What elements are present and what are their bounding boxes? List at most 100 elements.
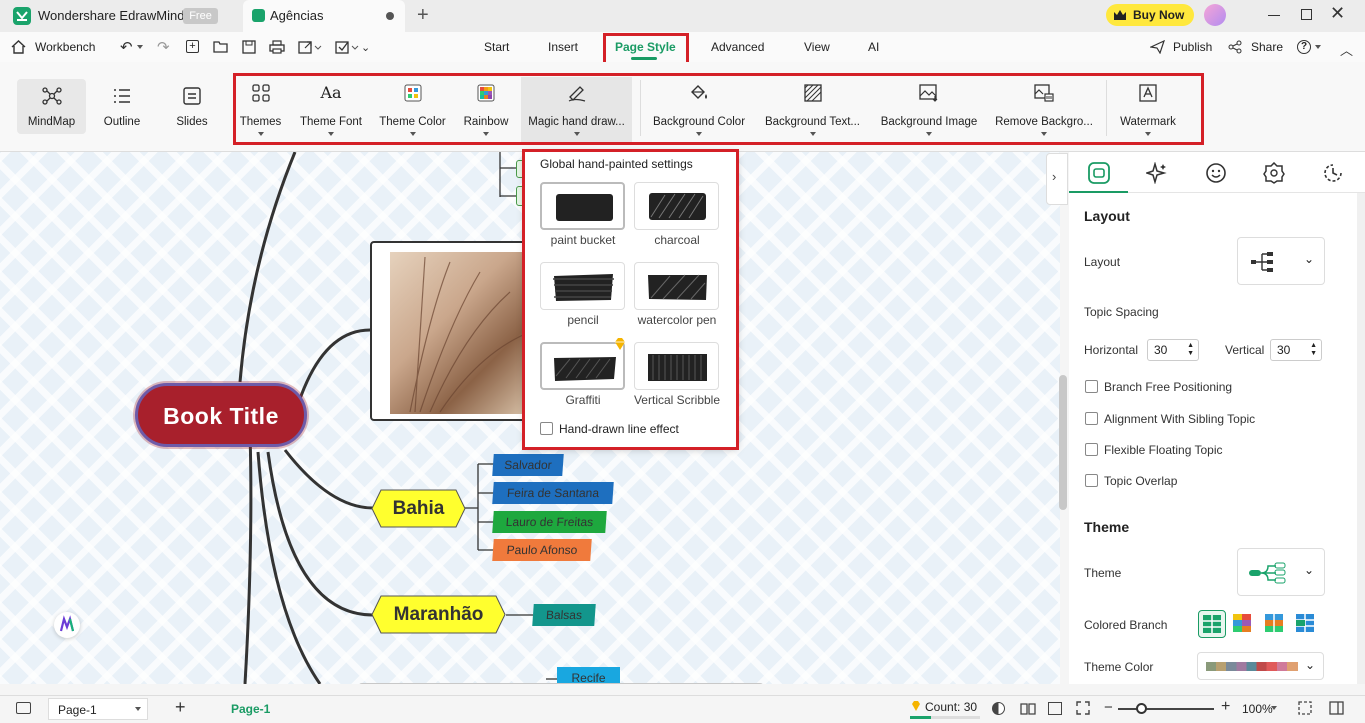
panel-toggle-icon[interactable]: [1329, 701, 1344, 715]
emoji-tab-icon[interactable]: [1205, 162, 1227, 184]
menu-start[interactable]: Start: [484, 40, 509, 54]
zoom-in-icon[interactable]: +: [1221, 698, 1230, 716]
workbench-button[interactable]: Workbench: [35, 40, 95, 54]
minimize-icon[interactable]: [1268, 15, 1280, 16]
theme-color-button[interactable]: Theme Color: [375, 74, 450, 140]
remove-background-button[interactable]: Remove Backgro...: [994, 74, 1094, 140]
add-page-icon[interactable]: +: [175, 697, 186, 718]
hand-drawn-line-checkbox[interactable]: [540, 422, 553, 435]
ai-assistant-icon[interactable]: [54, 612, 80, 638]
menu-ai[interactable]: AI: [868, 40, 879, 54]
style-pencil[interactable]: [540, 262, 625, 310]
zoom-level[interactable]: 100%: [1242, 702, 1273, 716]
undo-dropdown-icon[interactable]: [137, 45, 143, 49]
themes-button[interactable]: Themes: [238, 74, 283, 140]
theme-font-button[interactable]: Aa Theme Font: [296, 74, 366, 140]
share-icon[interactable]: [1228, 40, 1242, 54]
flexible-floating-checkbox[interactable]: [1085, 443, 1098, 456]
alignment-sibling-checkbox[interactable]: [1085, 412, 1098, 425]
save-icon[interactable]: [242, 40, 256, 54]
share-button[interactable]: Share: [1251, 40, 1283, 54]
colored-branch-option-2[interactable]: [1232, 613, 1252, 633]
stepper-arrows-icon[interactable]: ▲ ▼: [1310, 342, 1317, 358]
new-tab-plus-icon[interactable]: +: [417, 5, 429, 25]
colored-branch-option-4[interactable]: [1295, 613, 1315, 633]
style-vertical-scribble[interactable]: [634, 342, 719, 390]
subtopic-paulo-afonso[interactable]: Paulo Afonso: [492, 539, 592, 561]
colored-branch-option-3[interactable]: [1264, 613, 1284, 633]
home-icon[interactable]: [11, 40, 26, 54]
book-view-icon[interactable]: [1020, 702, 1036, 715]
menu-page-style[interactable]: Page Style: [615, 40, 676, 54]
maximize-icon[interactable]: [1301, 9, 1312, 20]
background-image-button[interactable]: Background Image: [876, 74, 982, 140]
rainbow-button[interactable]: Rainbow: [459, 74, 513, 140]
subtopic-lauro-de-freitas[interactable]: Lauro de Freitas: [492, 511, 607, 533]
background-texture-button[interactable]: Background Text...: [761, 74, 864, 140]
close-window-icon[interactable]: ✕: [1330, 3, 1345, 24]
topic-overlap-checkbox[interactable]: [1085, 474, 1098, 487]
history-clock-tab-icon[interactable]: [1322, 162, 1344, 184]
help-dropdown-icon[interactable]: [1315, 45, 1321, 49]
export-icon[interactable]: [298, 40, 322, 54]
main-topic-bahia[interactable]: Bahia: [371, 489, 466, 528]
more-tools-chevron-icon[interactable]: ⌄: [361, 41, 370, 54]
publish-icon[interactable]: [1150, 40, 1165, 54]
collapse-ribbon-icon[interactable]: ︿: [1340, 40, 1353, 59]
horizontal-spacing-input[interactable]: 30 ▲ ▼: [1147, 339, 1199, 361]
ai-sparkle-tab-icon[interactable]: [1146, 162, 1168, 184]
style-paint-bucket[interactable]: [540, 182, 625, 230]
redo-icon[interactable]: ↷: [157, 38, 170, 56]
stepper-arrows-icon[interactable]: ▲ ▼: [1187, 342, 1194, 358]
collapse-panel-button[interactable]: ›: [1046, 153, 1068, 205]
page-select[interactable]: Page-1: [48, 698, 148, 720]
main-topic-maranhao[interactable]: Maranhão: [371, 595, 506, 634]
zoom-dropdown-icon[interactable]: [1271, 706, 1277, 710]
badge-tab-icon[interactable]: [1263, 162, 1285, 184]
subtopic-salvador[interactable]: Salvador: [492, 454, 564, 476]
page-tab-active[interactable]: Page-1: [231, 702, 270, 716]
expand-icon[interactable]: [1298, 701, 1312, 715]
menu-advanced[interactable]: Advanced: [711, 40, 764, 54]
zoom-out-icon[interactable]: −: [1104, 700, 1113, 715]
style-panel-tab-icon[interactable]: [1088, 162, 1110, 184]
fit-page-icon[interactable]: [1048, 702, 1062, 715]
zoom-slider-track[interactable]: [1118, 708, 1214, 710]
zoom-slider-handle[interactable]: [1136, 703, 1147, 714]
view-outline-button[interactable]: Outline: [90, 76, 154, 142]
theme-color-select[interactable]: ⌄: [1197, 652, 1324, 680]
theme-mode-icon[interactable]: [992, 702, 1005, 715]
document-tab[interactable]: [243, 0, 405, 32]
central-topic[interactable]: Book Title: [135, 383, 307, 447]
help-icon[interactable]: ?: [1297, 40, 1311, 54]
fullscreen-icon[interactable]: [1076, 701, 1090, 715]
view-slides-button[interactable]: Slides: [162, 76, 222, 142]
theme-select[interactable]: ⌄: [1237, 548, 1325, 596]
style-watercolor-pen[interactable]: [634, 262, 719, 310]
new-file-icon[interactable]: +: [186, 40, 199, 53]
image-topic[interactable]: [370, 241, 530, 421]
view-mindmap-button[interactable]: MindMap: [17, 76, 86, 142]
plan-badge[interactable]: Free: [183, 8, 218, 24]
subtopic-recife[interactable]: Recife: [557, 667, 620, 684]
print-icon[interactable]: [269, 40, 285, 54]
layout-select[interactable]: ⌄: [1237, 237, 1325, 285]
task-check-icon[interactable]: [335, 40, 359, 54]
menu-insert[interactable]: Insert: [548, 40, 578, 54]
user-avatar[interactable]: [1204, 4, 1226, 26]
horizontal-scrollbar[interactable]: [358, 683, 764, 684]
menu-view[interactable]: View: [804, 40, 830, 54]
publish-button[interactable]: Publish: [1173, 40, 1212, 54]
subtopic-feira-de-santana[interactable]: Feira de Santana: [492, 482, 614, 504]
colored-branch-option-1[interactable]: [1198, 610, 1226, 638]
sidebar-toggle-icon[interactable]: [16, 702, 31, 714]
branch-free-positioning-checkbox[interactable]: [1085, 380, 1098, 393]
vertical-spacing-input[interactable]: 30 ▲ ▼: [1270, 339, 1322, 361]
magic-hand-draw-button[interactable]: Magic hand draw...: [521, 74, 632, 140]
subtopic-balsas[interactable]: Balsas: [532, 604, 596, 626]
unsaved-dot-icon[interactable]: [386, 12, 394, 20]
canvas-vertical-scrollbar[interactable]: [1059, 375, 1067, 510]
open-folder-icon[interactable]: [213, 40, 228, 53]
undo-icon[interactable]: ↶: [120, 38, 133, 56]
background-color-button[interactable]: Background Color: [648, 74, 750, 140]
